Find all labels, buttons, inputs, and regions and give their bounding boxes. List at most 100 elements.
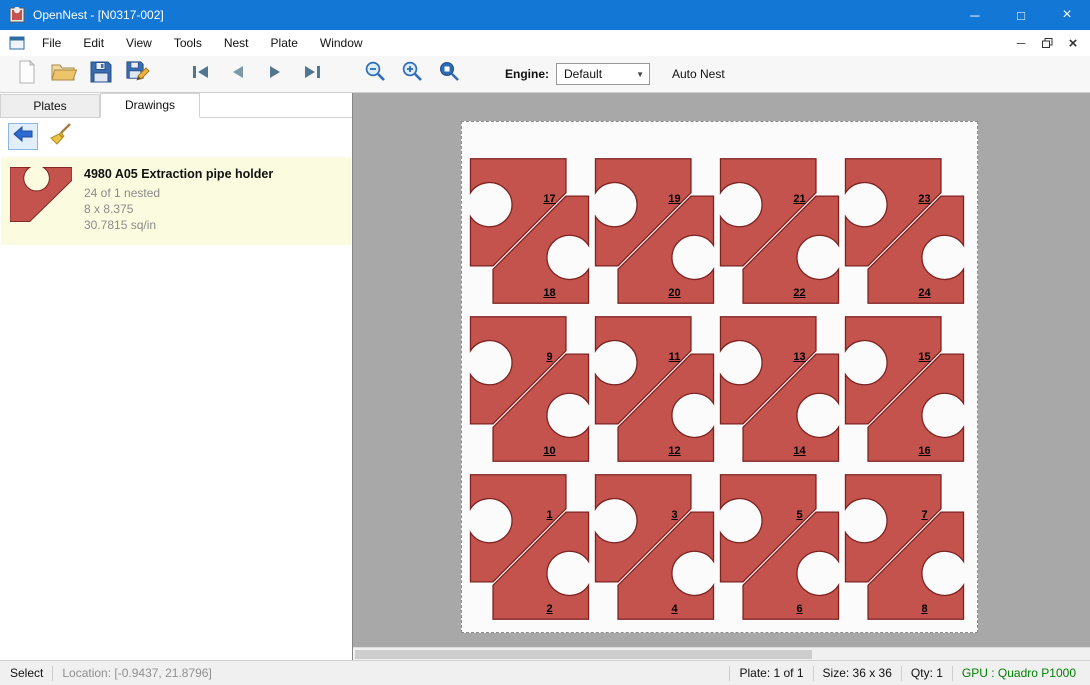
send-to-plate-button[interactable] xyxy=(8,123,38,150)
menu-item-window[interactable]: Window xyxy=(309,31,374,55)
part-number-label: 3 xyxy=(671,509,677,521)
chevron-down-icon: ▼ xyxy=(636,70,644,79)
part-number-label: 8 xyxy=(921,603,927,615)
zoom-out-button[interactable] xyxy=(360,59,390,89)
save-as-icon xyxy=(126,61,150,88)
part-number-label: 2 xyxy=(546,603,552,615)
part-number-label: 12 xyxy=(668,445,680,457)
nested-part-pair[interactable]: 13 14 xyxy=(717,310,842,468)
save-as-button[interactable] xyxy=(123,59,153,89)
nested-part-shape xyxy=(592,468,717,626)
engine-label: Engine: xyxy=(505,67,549,81)
nested-part-shape xyxy=(842,468,967,626)
nested-part-shape xyxy=(467,468,592,626)
save-icon xyxy=(90,61,112,88)
part-number-label: 21 xyxy=(793,193,805,205)
part-number-label: 6 xyxy=(796,603,802,615)
nav-prev-icon xyxy=(228,64,248,85)
clear-parts-button[interactable] xyxy=(46,123,76,150)
menu-item-tools[interactable]: Tools xyxy=(163,31,213,55)
nested-part-shape xyxy=(717,152,842,310)
part-number-label: 17 xyxy=(543,193,555,205)
part-number-label: 7 xyxy=(921,509,927,521)
nested-part-pair[interactable]: 11 12 xyxy=(592,310,717,468)
zoom-out-icon xyxy=(364,60,387,88)
part-number-label: 15 xyxy=(918,351,930,363)
nested-part-shape xyxy=(842,310,967,468)
menu-item-plate[interactable]: Plate xyxy=(260,31,309,55)
nested-part-pair[interactable]: 9 10 xyxy=(467,310,592,468)
part-number-label: 16 xyxy=(918,445,930,457)
sidebar: Plates Drawings 4980 A05 Extraction pipe… xyxy=(0,93,352,660)
next-plate-button[interactable] xyxy=(260,59,290,89)
tab-plates[interactable]: Plates xyxy=(0,94,100,117)
nested-part-shape xyxy=(842,152,967,310)
part-title: 4980 A05 Extraction pipe holder xyxy=(84,167,273,181)
sidebar-toolbar xyxy=(0,118,352,154)
part-number-label: 10 xyxy=(543,445,555,457)
mdi-restore-button[interactable] xyxy=(1036,33,1058,53)
menu-item-nest[interactable]: Nest xyxy=(213,31,260,55)
menu-item-edit[interactable]: Edit xyxy=(72,31,115,55)
quantity-status: Qty: 1 xyxy=(902,666,952,680)
new-file-button[interactable] xyxy=(12,59,42,89)
mdi-document-icon[interactable] xyxy=(9,36,25,50)
nested-part-shape xyxy=(467,152,592,310)
broom-icon xyxy=(50,123,72,150)
nested-part-pair[interactable]: 21 22 xyxy=(717,152,842,310)
plate-size-status: Size: 36 x 36 xyxy=(814,666,901,680)
tab-drawings[interactable]: Drawings xyxy=(100,93,200,118)
part-number-label: 24 xyxy=(918,287,930,299)
title-bar: OpenNest - [N0317-002] ─ □ × xyxy=(0,0,1090,30)
nested-part-pair[interactable]: 3 4 xyxy=(592,468,717,626)
mdi-minimize-button[interactable]: ─ xyxy=(1010,33,1032,53)
nested-part-pair[interactable]: 7 8 xyxy=(842,468,967,626)
zoom-fit-icon xyxy=(438,60,461,88)
menu-item-view[interactable]: View xyxy=(115,31,163,55)
nested-part-pair[interactable]: 19 20 xyxy=(592,152,717,310)
close-button[interactable]: × xyxy=(1044,0,1090,30)
nested-part-pair[interactable]: 15 16 xyxy=(842,310,967,468)
previous-plate-button[interactable] xyxy=(223,59,253,89)
nav-first-icon xyxy=(191,64,211,85)
part-number-label: 9 xyxy=(546,351,552,363)
drawing-list-item[interactable]: 4980 A05 Extraction pipe holder 24 of 1 … xyxy=(1,157,351,245)
nest-canvas[interactable]: 17 18 19 20 21 22 23 24 xyxy=(352,93,1090,660)
part-dimensions: 8 x 8.375 xyxy=(84,201,273,217)
part-number-label: 14 xyxy=(793,445,805,457)
part-number-label: 4 xyxy=(671,603,677,615)
maximize-button[interactable]: □ xyxy=(998,0,1044,30)
nav-last-icon xyxy=(302,64,322,85)
app-window: OpenNest - [N0317-002] ─ □ × File Edit V… xyxy=(0,0,1090,685)
engine-dropdown[interactable]: Default ▼ xyxy=(556,63,650,85)
nested-part-shape xyxy=(717,468,842,626)
menu-bar: File Edit View Tools Nest Plate Window ─… xyxy=(0,30,1090,56)
app-icon xyxy=(9,7,25,23)
minimize-button[interactable]: ─ xyxy=(952,0,998,30)
zoom-fit-button[interactable] xyxy=(434,59,464,89)
part-area: 30.7815 sq/in xyxy=(84,217,273,233)
save-button[interactable] xyxy=(86,59,116,89)
mdi-close-button[interactable]: × xyxy=(1062,33,1084,53)
nested-part-pair[interactable]: 5 6 xyxy=(717,468,842,626)
nav-next-icon xyxy=(265,64,285,85)
nested-part-pair[interactable]: 1 2 xyxy=(467,468,592,626)
horizontal-scrollbar[interactable] xyxy=(353,647,1090,660)
engine-dropdown-value: Default xyxy=(564,67,602,81)
nested-part-shape xyxy=(592,152,717,310)
scrollbar-thumb[interactable] xyxy=(355,650,812,659)
open-button[interactable] xyxy=(49,59,79,89)
nested-part-pair[interactable]: 17 18 xyxy=(467,152,592,310)
nested-part-shape xyxy=(592,310,717,468)
menu-item-file[interactable]: File xyxy=(31,31,72,55)
last-plate-button[interactable] xyxy=(297,59,327,89)
plate-count-status: Plate: 1 of 1 xyxy=(730,666,812,680)
auto-nest-label[interactable]: Auto Nest xyxy=(672,67,725,81)
part-number-label: 5 xyxy=(796,509,802,521)
first-plate-button[interactable] xyxy=(186,59,216,89)
plate[interactable]: 17 18 19 20 21 22 23 24 xyxy=(461,121,978,633)
zoom-in-button[interactable] xyxy=(397,59,427,89)
part-thumbnail xyxy=(10,167,72,233)
nested-part-pair[interactable]: 23 24 xyxy=(842,152,967,310)
part-number-label: 13 xyxy=(793,351,805,363)
